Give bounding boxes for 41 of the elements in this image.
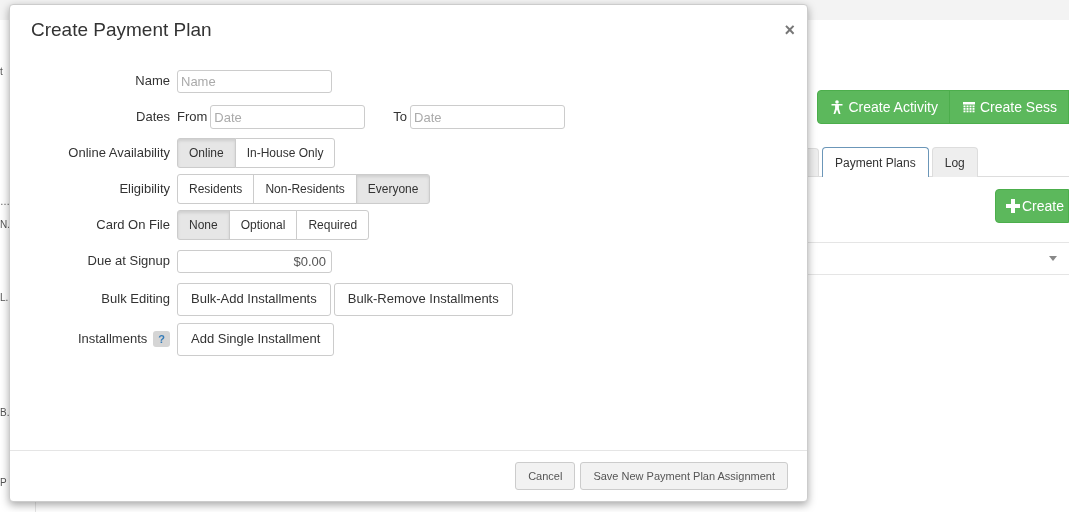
caret-icon [1049,256,1057,261]
date-field[interactable]: Date [410,105,566,129]
to-label: To [393,108,408,127]
modal-title: Create Payment Plan [31,17,212,42]
field-label: Bulk Editing [101,290,170,309]
toggle-option[interactable]: Online [177,138,236,168]
side-text: L. [0,291,10,305]
amount-field[interactable]: $0.00 [177,249,332,273]
field-label: Dates [136,108,170,127]
toggle-option[interactable]: None [177,210,230,240]
side-text: N. [0,218,11,232]
toggle-option[interactable]: Required [296,210,370,240]
field-label: Card On File [96,216,170,235]
person-icon [831,100,844,114]
side-text: … [0,195,11,209]
field-label: Name [135,72,170,91]
toggle-option[interactable]: In-House Only [234,138,336,168]
calendar-icon [962,101,975,113]
field-label: Due at Signup [87,252,170,271]
field-label: Eligibility [119,180,170,199]
field-label: Online Availability [68,144,170,163]
footer-button[interactable]: Save New Payment Plan Assignment [580,462,788,490]
footer-button[interactable]: Cancel [515,462,576,490]
action-button[interactable]: Bulk-Add Installments [177,282,331,316]
from-label: From [177,108,208,127]
side-text: P [0,476,8,490]
action-button[interactable]: Add Single Installment [177,322,335,356]
toggle-option[interactable]: Optional [228,210,298,240]
tab[interactable]: Log [931,147,978,177]
action-button[interactable]: Bulk-Remove Installments [333,282,513,316]
toggle-option[interactable]: Non-Residents [253,174,357,204]
field-label: Installments [77,330,148,349]
toggle-option[interactable]: Everyone [355,174,431,204]
side-text: B. [0,406,11,420]
side-text: t [0,65,4,79]
date-field[interactable]: Date [210,105,366,129]
tab[interactable]: Payment Plans [822,147,929,177]
close-button[interactable]: × [784,21,795,39]
name-field[interactable]: Name [177,69,332,93]
plus-icon [1005,199,1020,213]
toggle-option[interactable]: Residents [177,174,255,204]
